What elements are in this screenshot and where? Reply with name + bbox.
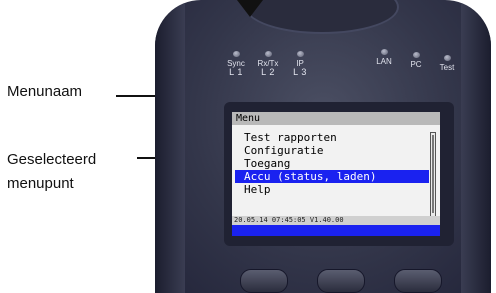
softkey-middle-button[interactable] [317, 269, 365, 293]
led-pc: PC [405, 52, 427, 69]
led-ip-l3: IP L 3 [289, 51, 311, 77]
menu-item-accu-selected[interactable]: Accu (status, laden) [235, 170, 429, 183]
device-top-knob [245, 0, 399, 34]
led-sublabel: L 2 [261, 67, 275, 77]
led-label: LAN [376, 57, 392, 66]
led-rxtx-l2: Rx/Tx L 2 [254, 51, 282, 77]
led-icon [296, 51, 304, 57]
down-arrow-icon [237, 0, 263, 17]
device-left-edge [155, 0, 185, 293]
led-sublabel: L 1 [229, 67, 243, 77]
led-icon [412, 52, 420, 58]
led-test: Test [435, 55, 459, 72]
device-right-edge [461, 0, 491, 293]
menu-item-test-rapporten[interactable]: Test rapporten [235, 131, 429, 144]
menu-name-label: Menunaam [7, 83, 83, 100]
led-sync-l1: Sync L 1 [224, 51, 248, 77]
status-bar: 20.05.14 07:45:05 V1.40.00 [232, 216, 440, 225]
softkey-right-button[interactable] [394, 269, 442, 293]
led-sublabel: L 3 [293, 67, 307, 77]
menu-item-toegang[interactable]: Toegang [235, 157, 429, 170]
menu-list: Test rapporten Configuratie Toegang Accu… [235, 131, 429, 196]
softkey-left-button[interactable] [240, 269, 288, 293]
led-icon [232, 51, 240, 57]
menu-item-help[interactable]: Help [235, 183, 429, 196]
led-label: PC [410, 60, 422, 69]
menu-scrollbar[interactable] [430, 132, 436, 218]
led-icon [443, 55, 451, 61]
menu-item-configuratie[interactable]: Configuratie [235, 144, 429, 157]
led-icon [264, 51, 272, 57]
led-label: Test [439, 63, 455, 72]
selected-item-label-line1: Geselecteerd [7, 151, 97, 168]
led-icon [380, 49, 388, 55]
device-screen: Menu Test rapporten Configuratie Toegang… [232, 112, 440, 236]
selected-item-label-line2: menupunt [7, 175, 74, 192]
menu-scrollbar-thumb[interactable] [432, 135, 434, 213]
led-lan: LAN [370, 49, 398, 66]
menu-title: Menu [232, 112, 440, 125]
softkey-label-bar [232, 225, 440, 236]
